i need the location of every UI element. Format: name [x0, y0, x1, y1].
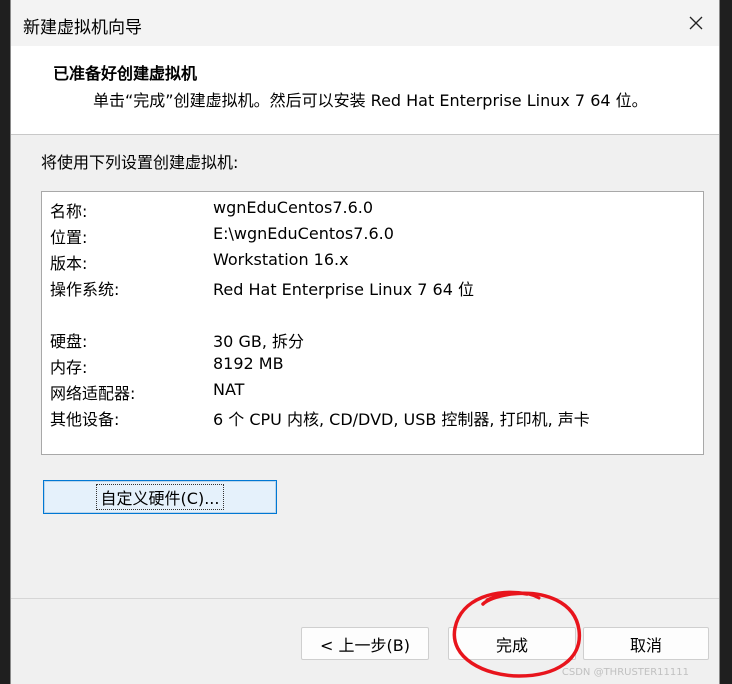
- summary-value: Workstation 16.x: [213, 250, 349, 269]
- summary-key: 网络适配器:: [50, 384, 136, 403]
- window-title: 新建虚拟机向导: [23, 18, 142, 38]
- summary-row-disk: 硬盘: 30 GB, 拆分: [42, 328, 703, 354]
- summary-key: 硬盘:: [50, 332, 88, 351]
- summary-value: NAT: [213, 380, 245, 399]
- watermark-text: CSDN @THRUSTER11111: [561, 667, 689, 678]
- customize-hardware-label: 自定义硬件(C)...: [95, 484, 225, 510]
- header-title: 已准备好创建虚拟机: [53, 64, 198, 83]
- new-vm-wizard-dialog: 新建虚拟机向导 已准备好创建虚拟机 单击“完成”创建虚拟机。然后可以安装 Red…: [10, 0, 720, 684]
- customize-hardware-button[interactable]: 自定义硬件(C)...: [43, 480, 277, 514]
- title-bar: 新建虚拟机向导: [11, 0, 719, 46]
- settings-label: 将使用下列设置创建虚拟机:: [41, 153, 239, 172]
- summary-value: wgnEduCentos7.6.0: [213, 198, 374, 217]
- summary-key: 内存:: [50, 358, 88, 377]
- summary-value: E:\wgnEduCentos7.6.0: [213, 224, 394, 243]
- summary-value: Red Hat Enterprise Linux 7 64 位: [213, 280, 474, 299]
- summary-key: 其他设备:: [50, 410, 120, 429]
- summary-key: 操作系统:: [50, 280, 120, 299]
- summary-row-location: 位置: E:\wgnEduCentos7.6.0: [42, 224, 703, 250]
- back-button[interactable]: < 上一步(B): [301, 627, 429, 660]
- summary-row-other-devices: 其他设备: 6 个 CPU 内核, CD/DVD, USB 控制器, 打印机, …: [42, 406, 703, 432]
- back-button-label: < 上一步(B): [320, 635, 410, 655]
- cancel-button[interactable]: 取消: [583, 627, 709, 660]
- header-subtitle: 单击“完成”创建虚拟机。然后可以安装 Red Hat Enterprise Li…: [93, 91, 648, 110]
- summary-row-network: 网络适配器: NAT: [42, 380, 703, 406]
- footer-divider: [11, 598, 719, 599]
- summary-key: 名称:: [50, 202, 88, 221]
- summary-row-memory: 内存: 8192 MB: [42, 354, 703, 380]
- summary-row-version: 版本: Workstation 16.x: [42, 250, 703, 276]
- header-panel: 已准备好创建虚拟机 单击“完成”创建虚拟机。然后可以安装 Red Hat Ent…: [11, 46, 719, 135]
- close-icon: [689, 16, 703, 30]
- close-button[interactable]: [673, 0, 719, 46]
- summary-key: 位置:: [50, 228, 88, 247]
- summary-box: 名称: wgnEduCentos7.6.0 位置: E:\wgnEduCento…: [41, 191, 704, 455]
- finish-button[interactable]: 完成: [448, 627, 576, 660]
- summary-value: 30 GB, 拆分: [213, 332, 304, 351]
- summary-row-os: 操作系统: Red Hat Enterprise Linux 7 64 位: [42, 276, 703, 302]
- summary-value: 8192 MB: [213, 354, 284, 373]
- summary-value: 6 个 CPU 内核, CD/DVD, USB 控制器, 打印机, 声卡: [213, 410, 590, 429]
- finish-button-label: 完成: [495, 635, 528, 655]
- cancel-button-label: 取消: [629, 635, 662, 655]
- summary-row-name: 名称: wgnEduCentos7.6.0: [42, 198, 703, 224]
- summary-key: 版本:: [50, 254, 88, 273]
